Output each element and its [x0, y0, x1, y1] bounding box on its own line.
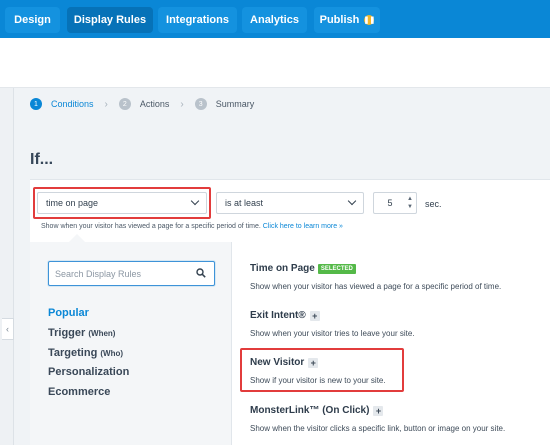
steps-breadcrumb: 1 Conditions › 2 Actions › 3 Summary: [15, 89, 550, 119]
rule-item-exit-intent[interactable]: Exit Intent® + Show when your visitor tr…: [250, 310, 415, 338]
rules-list-panel: Time on Page SELECTED Show when your vis…: [232, 242, 550, 445]
rule-title: Time on Page: [250, 263, 315, 274]
header-spacer: [0, 38, 550, 88]
learn-more-link[interactable]: Click here to learn more »: [263, 223, 343, 230]
operator-select-value: is at least: [225, 198, 264, 208]
category-suffix: (When): [88, 329, 116, 338]
category-ecommerce[interactable]: Ecommerce: [48, 386, 110, 398]
step-number: 3: [194, 98, 207, 110]
rule-description: Show when the visitor clicks a specific …: [250, 424, 506, 433]
number-stepper[interactable]: ▲ ▼: [405, 192, 415, 214]
category-personalization[interactable]: Personalization: [48, 366, 129, 378]
left-sidebar-rail: [0, 88, 14, 445]
step-label: Summary: [215, 99, 255, 109]
chevron-down-icon: [347, 196, 357, 206]
rule-condition-row: time on page is at least 5 ▲ ▼ sec. Show…: [30, 179, 550, 242]
tab-design[interactable]: Design: [5, 7, 60, 33]
category-popular[interactable]: Popular: [48, 307, 89, 319]
chevron-right-icon: ›: [180, 98, 184, 110]
rule-categories-panel: Popular Trigger (When) Targeting (Who) P…: [30, 234, 232, 445]
category-suffix: (Who): [100, 349, 124, 358]
step-number: 1: [30, 98, 42, 110]
page-title: If...: [30, 151, 54, 168]
plus-icon[interactable]: +: [373, 405, 384, 416]
category-label: Trigger: [48, 327, 86, 339]
category-trigger[interactable]: Trigger (When): [48, 327, 115, 339]
chevron-left-icon: ‹: [6, 324, 9, 334]
step-label: Conditions: [51, 99, 94, 109]
tab-display-rules-label: Display Rules: [73, 14, 147, 26]
rule-helper-text: Show when your visitor has viewed a page…: [41, 223, 343, 230]
tab-integrations-label: Integrations: [166, 14, 229, 26]
tab-integrations[interactable]: Integrations: [158, 7, 237, 33]
search-input[interactable]: [49, 262, 189, 285]
highlight-annotation: [240, 348, 404, 392]
caret-down-icon[interactable]: ▼: [407, 203, 413, 211]
plus-icon[interactable]: +: [309, 310, 320, 321]
step-number: 2: [118, 98, 131, 110]
selected-badge: SELECTED: [317, 263, 356, 274]
tab-design-label: Design: [14, 14, 51, 26]
highlight-annotation: [33, 187, 211, 219]
rule-title: MonsterLink™ (On Click): [250, 405, 370, 416]
operator-select[interactable]: is at least: [216, 192, 364, 214]
chevron-right-icon: ›: [104, 98, 108, 110]
category-label: Popular: [48, 307, 89, 319]
helper-text: Show when your visitor has viewed a page…: [41, 223, 261, 230]
category-label: Personalization: [48, 366, 130, 378]
pause-icon: ❚❚: [363, 15, 376, 25]
tab-publish[interactable]: Publish ❚❚: [314, 7, 380, 33]
rule-description: Show when your visitor has viewed a page…: [250, 282, 502, 291]
search-field[interactable]: [48, 261, 215, 286]
rule-item-monsterlink[interactable]: MonsterLink™ (On Click) + Show when the …: [250, 405, 505, 433]
search-icon: [196, 268, 206, 278]
step-conditions[interactable]: 1 Conditions: [30, 98, 94, 110]
dropdown-pointer: [69, 234, 85, 242]
rule-description: Show when your visitor tries to leave yo…: [250, 329, 415, 338]
category-label: Targeting: [48, 347, 98, 359]
category-label: Ecommerce: [48, 386, 111, 398]
seconds-value: 5: [387, 198, 393, 208]
top-navigation-bar: Design Display Rules Integrations Analyt…: [0, 0, 550, 38]
step-summary[interactable]: 3 Summary: [194, 98, 255, 110]
sidebar-toggle-button[interactable]: ‹: [2, 318, 14, 340]
step-actions[interactable]: 2 Actions: [118, 98, 170, 110]
tab-analytics[interactable]: Analytics: [242, 7, 307, 33]
tab-display-rules[interactable]: Display Rules: [67, 7, 153, 33]
rule-item-time-on-page[interactable]: Time on Page SELECTED Show when your vis…: [250, 263, 501, 291]
category-targeting[interactable]: Targeting (Who): [48, 347, 123, 359]
tab-publish-label: Publish: [319, 14, 360, 26]
tab-analytics-label: Analytics: [250, 14, 299, 26]
caret-up-icon[interactable]: ▲: [407, 195, 413, 203]
step-label: Actions: [139, 99, 170, 109]
unit-label: sec.: [425, 199, 442, 209]
rule-title: Exit Intent®: [250, 310, 306, 321]
